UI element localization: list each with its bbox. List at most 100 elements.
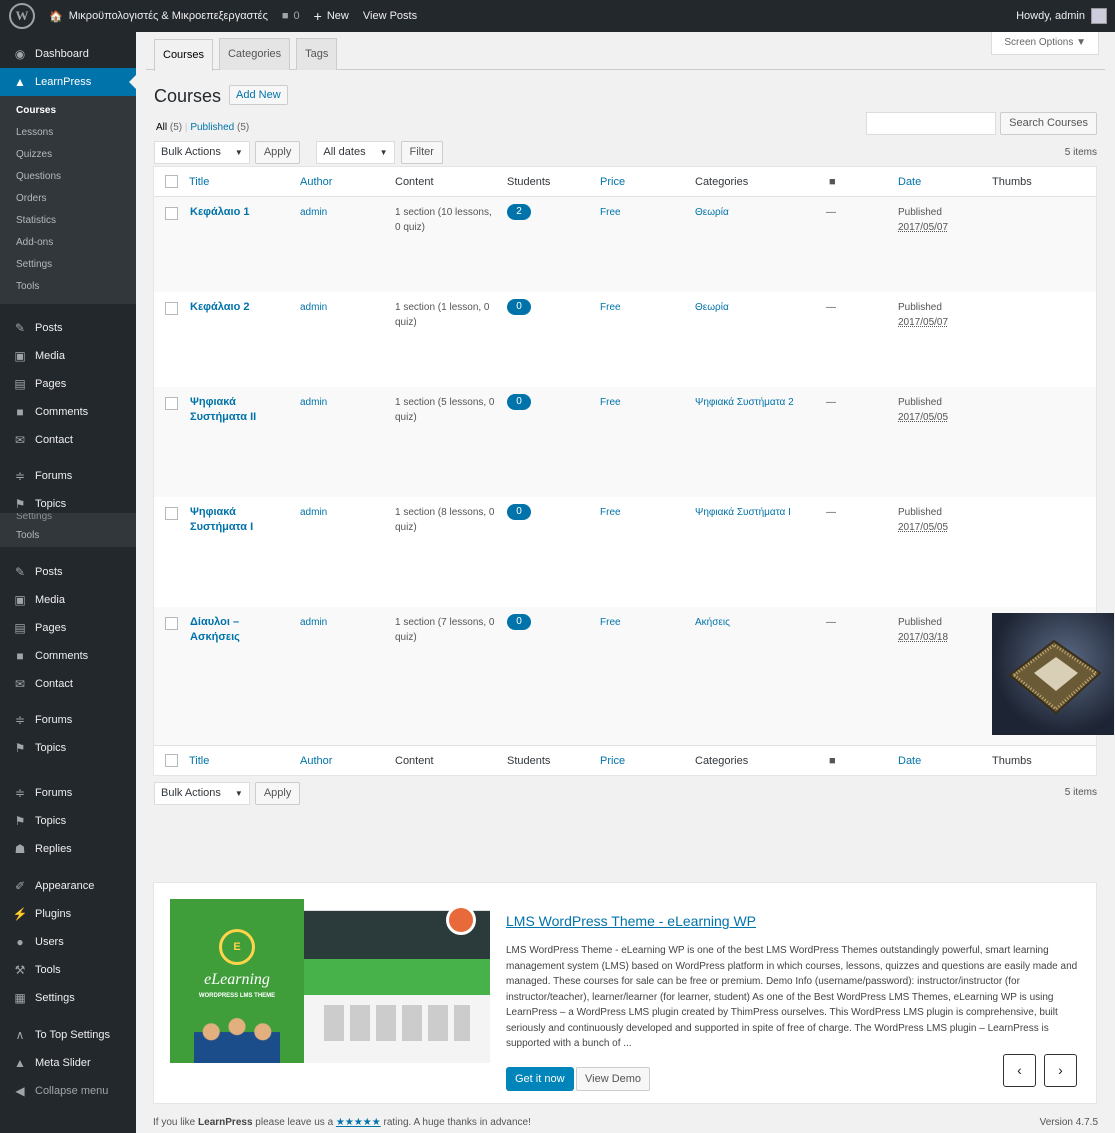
row-checkbox[interactable] <box>165 617 178 630</box>
submenu-settings[interactable]: Settings <box>0 254 136 276</box>
new-content-link[interactable]: + New <box>307 0 356 32</box>
menu-dashboard[interactable]: ◉ Dashboard <box>0 40 136 68</box>
view-published-link[interactable]: Published <box>190 122 234 133</box>
my-account[interactable]: Howdy, admin <box>1016 8 1115 24</box>
author-link[interactable]: admin <box>300 300 327 315</box>
column-title-bottom[interactable]: Title <box>189 755 209 767</box>
forums-icon: ≑ <box>14 786 26 800</box>
chevron-up-icon: ∧ <box>15 1028 25 1042</box>
column-date-bottom[interactable]: Date <box>898 755 921 767</box>
column-author[interactable]: Author <box>300 176 332 188</box>
menu-tools[interactable]: ⚒ Tools <box>0 956 136 984</box>
course-title-link[interactable]: Ψηφιακά Συστήματα Ι <box>190 505 280 535</box>
course-title-link[interactable]: Ψηφιακά Συστήματα ΙΙ <box>190 395 280 425</box>
menu-pages[interactable]: ▤ Pages <box>0 370 136 398</box>
next-arrow-button[interactable]: › <box>1044 1054 1077 1087</box>
rating-stars-link[interactable]: ★★★★★ <box>336 1117 381 1128</box>
prev-arrow-button[interactable]: ‹ <box>1003 1054 1036 1087</box>
menu-forums-2[interactable]: ≑ Forums <box>0 706 136 734</box>
submenu-courses[interactable]: Courses <box>0 100 136 122</box>
search-input[interactable] <box>866 112 997 135</box>
collapse-menu-button[interactable]: ◀ Collapse menu <box>0 1077 136 1105</box>
tab-categories[interactable]: Categories <box>218 38 291 70</box>
course-title-link[interactable]: Κεφάλαιο 1 <box>190 205 280 220</box>
author-link[interactable]: admin <box>300 205 327 220</box>
menu-topics-2[interactable]: ⚑ Topics <box>0 734 136 762</box>
menu-comments[interactable]: ■ Comments <box>0 398 136 426</box>
search-courses-button[interactable]: Search Courses <box>1000 112 1097 135</box>
menu-media-2[interactable]: ▣ Media <box>0 586 136 614</box>
site-name-link[interactable]: 🏠 Μικροϋπολογιστές & Μικροεπεξεργαστές <box>42 0 275 32</box>
author-link[interactable]: admin <box>300 505 327 520</box>
submenu-statistics[interactable]: Statistics <box>0 210 136 232</box>
select-all-checkbox-bottom[interactable] <box>165 754 178 767</box>
column-author-bottom[interactable]: Author <box>300 755 332 767</box>
submenu-tools[interactable]: Tools <box>0 276 136 298</box>
menu-contact-2[interactable]: ✉ Contact <box>0 670 136 698</box>
menu-topics-3[interactable]: ⚑ Topics <box>0 807 136 835</box>
category-link[interactable]: Ακήσεις <box>695 615 730 630</box>
column-date[interactable]: Date <box>898 176 921 188</box>
tab-courses[interactable]: Courses <box>154 39 213 71</box>
column-price[interactable]: Price <box>600 176 625 188</box>
bulk-actions-select[interactable]: Bulk Actions ▼ <box>154 141 250 164</box>
add-new-button[interactable]: Add New <box>229 85 288 105</box>
menu-comments-2[interactable]: ■ Comments <box>0 642 136 670</box>
promo-title-link[interactable]: LMS WordPress Theme - eLearning WP <box>506 913 756 929</box>
view-posts-link[interactable]: View Posts <box>356 0 424 32</box>
course-thumbnail-image[interactable] <box>992 613 1114 735</box>
content-summary: 1 section (8 lessons, 0 quiz) <box>395 507 495 533</box>
menu-to-top-settings[interactable]: ∧ To Top Settings <box>0 1021 136 1049</box>
select-all-checkbox[interactable] <box>165 175 178 188</box>
menu-pages-2[interactable]: ▤ Pages <box>0 614 136 642</box>
column-title[interactable]: Title <box>189 176 209 188</box>
submenu-lessons[interactable]: Lessons <box>0 122 136 144</box>
menu-contact[interactable]: ✉ Contact <box>0 426 136 454</box>
menu-posts-2[interactable]: ✎ Posts <box>0 558 136 586</box>
filter-button[interactable]: Filter <box>400 141 443 164</box>
menu-settings[interactable]: ▦ Settings <box>0 984 136 1012</box>
course-title-link[interactable]: Δίαυλοι – Ασκήσεις <box>190 615 280 645</box>
overlap-tools[interactable]: Tools <box>0 525 136 547</box>
wordpress-logo-icon[interactable]: W <box>0 0 42 32</box>
row-checkbox[interactable] <box>165 397 178 410</box>
author-link[interactable]: admin <box>300 615 327 630</box>
submenu-addons[interactable]: Add-ons <box>0 232 136 254</box>
bulk-actions-select-bottom[interactable]: Bulk Actions ▼ <box>154 782 250 805</box>
column-price-bottom[interactable]: Price <box>600 755 625 767</box>
category-link[interactable]: Ψηφιακά Συστήματα 2 <box>695 395 794 410</box>
menu-forums[interactable]: ≑ Forums <box>0 462 136 490</box>
menu-plugins[interactable]: ⚡ Plugins <box>0 900 136 928</box>
apply-button-bottom[interactable]: Apply <box>254 782 301 805</box>
menu-media[interactable]: ▣ Media <box>0 342 136 370</box>
dates-select[interactable]: All dates ▼ <box>316 141 395 164</box>
view-demo-button[interactable]: View Demo <box>576 1067 651 1091</box>
menu-posts[interactable]: ✎ Posts <box>0 314 136 342</box>
submenu-questions[interactable]: Questions <box>0 166 136 188</box>
row-checkbox[interactable] <box>165 507 178 520</box>
comments-link[interactable]: ■ 0 <box>275 0 307 32</box>
comments-column-icon[interactable]: ■ <box>829 176 836 188</box>
apply-button[interactable]: Apply <box>254 141 301 164</box>
tab-tags[interactable]: Tags <box>296 38 338 70</box>
category-link[interactable]: Ψηφιακά Συστήματα Ι <box>695 505 791 520</box>
row-checkbox[interactable] <box>165 302 178 315</box>
row-checkbox[interactable] <box>165 207 178 220</box>
get-it-now-button[interactable]: Get it now <box>506 1067 574 1091</box>
menu-appearance[interactable]: ✐ Appearance <box>0 872 136 900</box>
menu-users[interactable]: ● Users <box>0 928 136 956</box>
comments-column-icon[interactable]: ■ <box>829 755 836 767</box>
course-title-link[interactable]: Κεφάλαιο 2 <box>190 300 280 315</box>
menu-forums-3[interactable]: ≑ Forums <box>0 779 136 807</box>
menu-meta-slider[interactable]: ▲ Meta Slider <box>0 1049 136 1077</box>
category-link[interactable]: Θεωρία <box>695 205 729 220</box>
elearning-theme-image[interactable]: E eLearning WORDPRESS LMS THEME <box>170 899 490 1063</box>
author-link[interactable]: admin <box>300 395 327 410</box>
view-all-link[interactable]: All <box>156 122 167 133</box>
category-link[interactable]: Θεωρία <box>695 300 729 315</box>
screen-options-button[interactable]: Screen Options ▼ <box>991 32 1099 55</box>
submenu-orders[interactable]: Orders <box>0 188 136 210</box>
menu-replies[interactable]: ☗ Replies <box>0 835 136 863</box>
menu-learnpress[interactable]: ▲ LearnPress <box>0 68 136 96</box>
submenu-quizzes[interactable]: Quizzes <box>0 144 136 166</box>
